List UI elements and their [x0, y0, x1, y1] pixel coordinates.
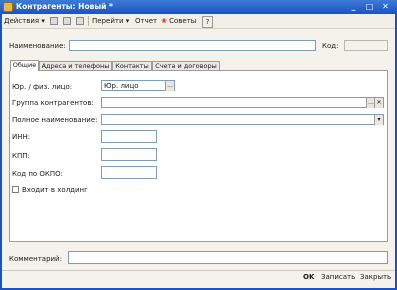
- close-window-button[interactable]: ✕: [380, 1, 391, 12]
- code-field[interactable]: [344, 40, 388, 51]
- inn-field[interactable]: [101, 130, 157, 143]
- okpo-field[interactable]: [101, 166, 157, 179]
- group-field[interactable]: ... ✕: [101, 97, 384, 108]
- report-button[interactable]: Отчет: [135, 15, 157, 27]
- group-label: Группа контрагентов:: [12, 99, 94, 107]
- ellipsis-icon[interactable]: ...: [165, 81, 174, 91]
- maximize-button[interactable]: □: [364, 1, 375, 12]
- toolbar: Действия ▾ Перейти ▾ Отчет ❀ Советы ?: [0, 14, 397, 29]
- tab-general[interactable]: Общие: [10, 60, 39, 71]
- actions-label: Действия: [4, 17, 40, 25]
- holding-label: Входит в холдинг: [22, 186, 88, 194]
- minimize-button[interactable]: _: [348, 1, 359, 12]
- toolbar-separator: [88, 16, 89, 26]
- chevron-down-icon: ▾: [125, 17, 130, 25]
- save-icon[interactable]: [50, 17, 58, 25]
- tab-addresses-phones[interactable]: Адреса и телефоны: [39, 61, 112, 70]
- chevron-down-icon[interactable]: ▾: [374, 115, 383, 125]
- kpp-field[interactable]: [101, 148, 157, 161]
- code-label: Код:: [322, 42, 339, 50]
- entity-type-value: Юр. лицо: [104, 82, 139, 90]
- entity-type-label: Юр. / физ. лицо:: [12, 83, 73, 91]
- goto-label: Перейти: [92, 17, 124, 25]
- entity-type-select[interactable]: Юр. лицо ...: [101, 80, 175, 91]
- tab-strip-line: [39, 70, 388, 71]
- actions-menu[interactable]: Действия ▾: [4, 15, 45, 27]
- clear-icon[interactable]: ✕: [374, 98, 383, 108]
- tab-contacts[interactable]: Контакты: [112, 61, 152, 70]
- name-field[interactable]: [69, 40, 316, 51]
- comment-field[interactable]: [68, 251, 388, 264]
- app-icon: [3, 2, 13, 12]
- close-button[interactable]: Закрыть: [360, 272, 391, 283]
- ok-button[interactable]: OK: [303, 272, 314, 283]
- full-name-label: Полное наименование:: [12, 116, 98, 124]
- goto-menu[interactable]: Перейти ▾: [92, 15, 129, 27]
- print-icon[interactable]: [76, 17, 84, 25]
- name-label: Наименование:: [9, 42, 66, 50]
- window-frame-left: [0, 14, 2, 290]
- chevron-down-icon: ▾: [41, 17, 45, 25]
- holding-checkbox[interactable]: [12, 186, 19, 193]
- tips-label: Советы: [169, 17, 197, 25]
- full-name-field[interactable]: ▾: [101, 114, 384, 125]
- copy-icon[interactable]: [63, 17, 71, 25]
- title-bar[interactable]: Контрагенты: Новый * _ □ ✕: [0, 0, 397, 14]
- tab-accounts-contracts[interactable]: Счета и договоры: [152, 61, 220, 70]
- tips-icon: ❀: [161, 17, 167, 25]
- save-button[interactable]: Записать: [321, 272, 355, 283]
- tips-button[interactable]: ❀ Советы: [161, 15, 196, 27]
- comment-label: Комментарий:: [9, 255, 62, 263]
- help-button[interactable]: ?: [202, 16, 213, 28]
- dialog-window: Контрагенты: Новый * _ □ ✕ Действия ▾ Пе…: [0, 0, 397, 290]
- kpp-label: КПП:: [12, 152, 30, 160]
- okpo-label: Код по ОКПО:: [12, 170, 64, 178]
- inn-label: ИНН:: [12, 133, 31, 141]
- window-title: Контрагенты: Новый *: [16, 2, 113, 11]
